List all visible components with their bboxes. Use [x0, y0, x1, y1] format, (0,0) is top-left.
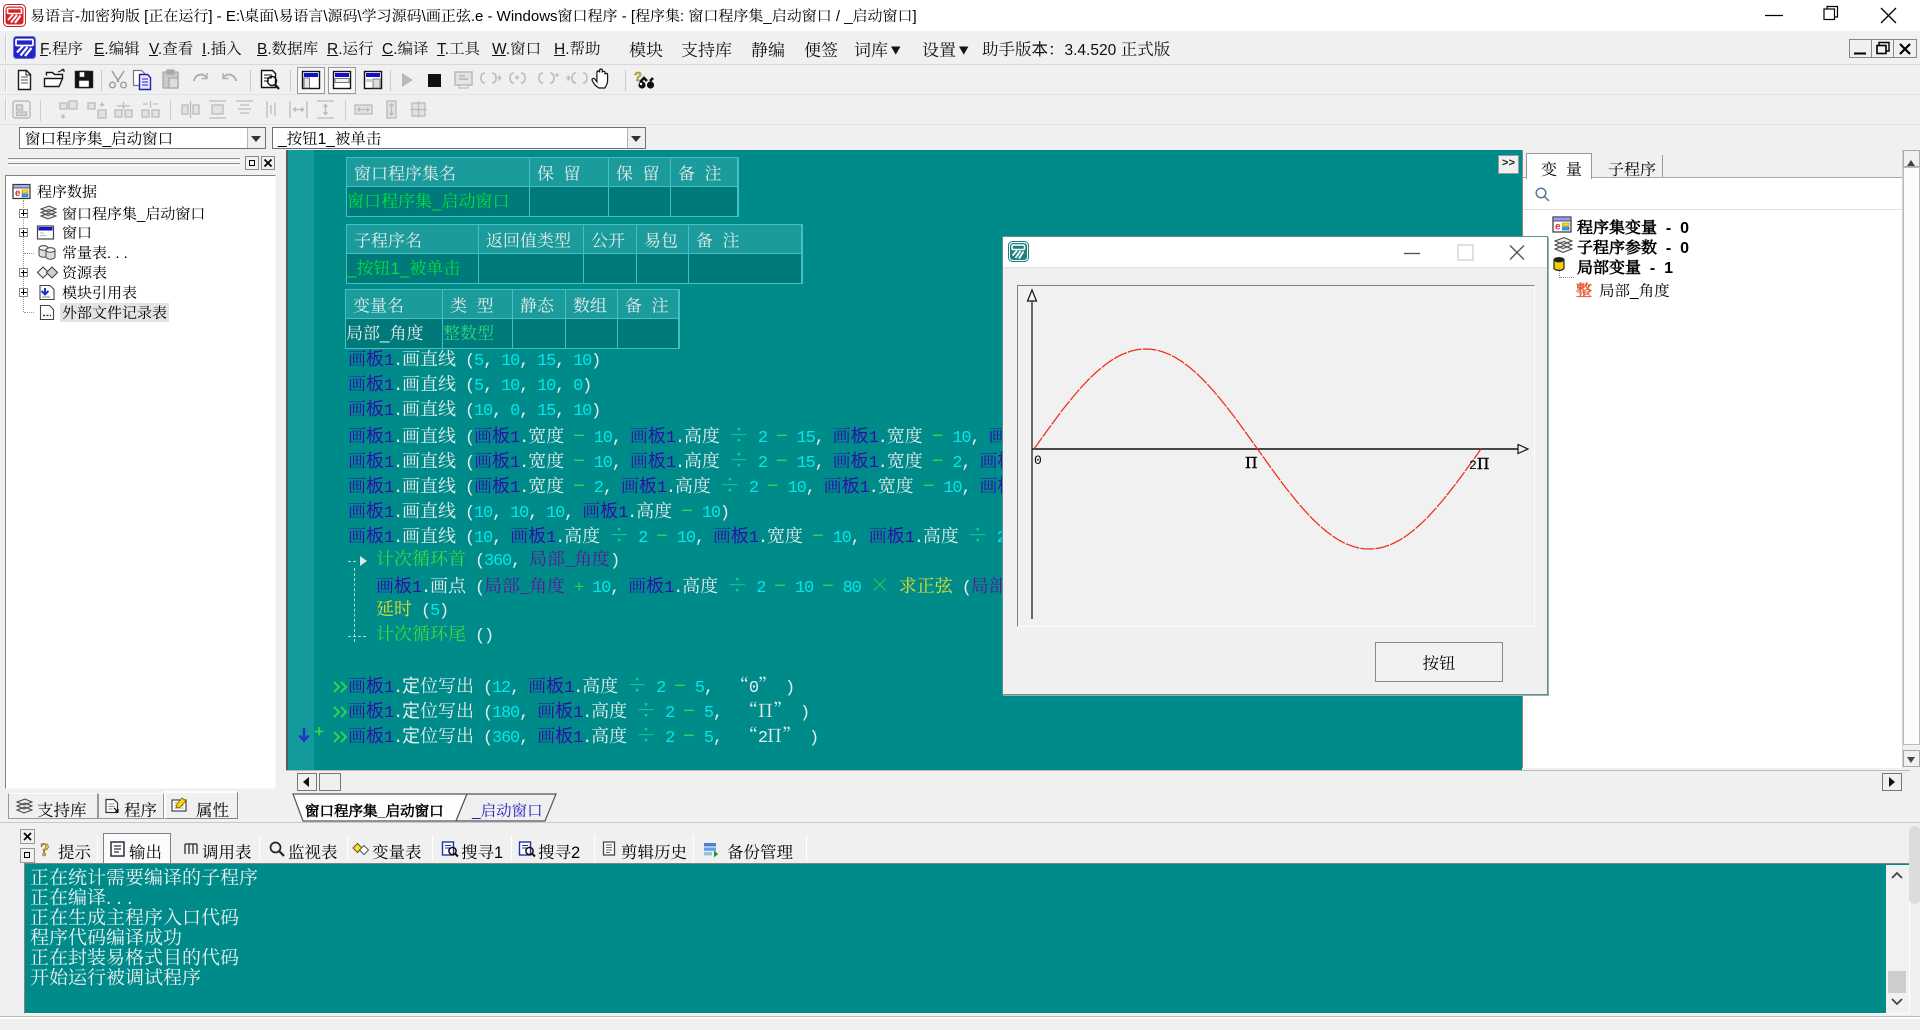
svg-text:e: e: [1555, 222, 1561, 233]
svg-text:?: ?: [40, 840, 50, 858]
svg-text:e: e: [15, 188, 21, 199]
